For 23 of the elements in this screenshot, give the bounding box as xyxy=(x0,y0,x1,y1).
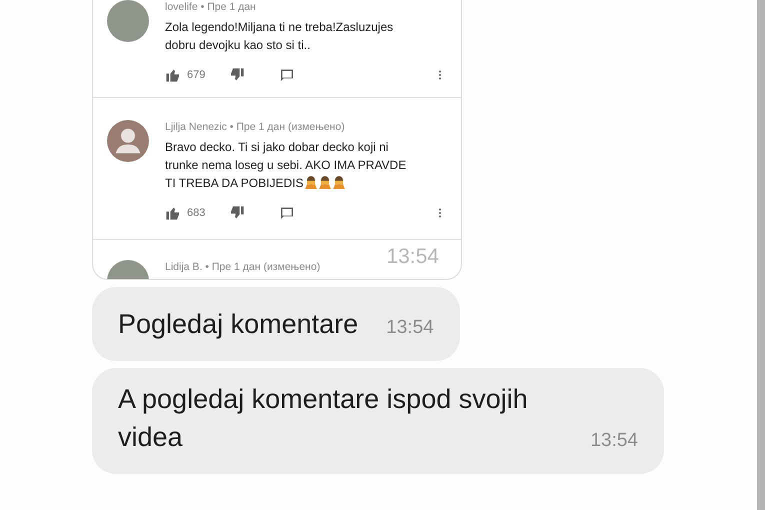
thumbs-down-icon[interactable] xyxy=(229,67,246,83)
avatar-photo-placeholder xyxy=(107,0,149,42)
comment-author-line: Lidija B. • Пре 1 дан (измењено) xyxy=(165,260,322,274)
avatar-icon[interactable] xyxy=(107,120,149,162)
thumbs-up-icon[interactable] xyxy=(165,67,181,83)
like-count: 679 xyxy=(187,69,206,81)
comment-author-line: Ljilja Nenezic • Пре 1 дан (измењено) xyxy=(165,120,346,134)
comment-author-line: lovelife • Пре 1 дан xyxy=(165,0,257,14)
message-text: A pogledaj komentare ispod svojih videa xyxy=(118,383,529,454)
timestamp: 13:54 xyxy=(386,317,434,339)
person-emoji-icon[interactable] xyxy=(332,175,346,189)
comment-text: Bravo decko. Ti si jako dobar decko koji ni trunke nema loseg u sebi. AKO IMA PRAVDE TI TREBA DA POBIJEDIS xyxy=(165,139,408,192)
thumbs-up-icon[interactable] xyxy=(165,205,181,221)
person-emoji-icon[interactable] xyxy=(318,175,332,189)
message-text: Pogledaj komentare xyxy=(118,308,358,341)
comment-text: Zola legendo!Miljana ti ne treba!Zasluzujes dobru devojku kao sto si ti.. xyxy=(165,19,394,54)
person-emoji-icon[interactable] xyxy=(304,175,318,189)
timestamp: 13:54 xyxy=(386,245,439,269)
thumbs-down-icon[interactable] xyxy=(229,205,246,221)
reply-icon[interactable] xyxy=(279,205,296,221)
timestamp: 13:54 xyxy=(590,430,638,452)
like-count: 683 xyxy=(187,207,206,219)
reply-icon[interactable] xyxy=(279,67,296,83)
